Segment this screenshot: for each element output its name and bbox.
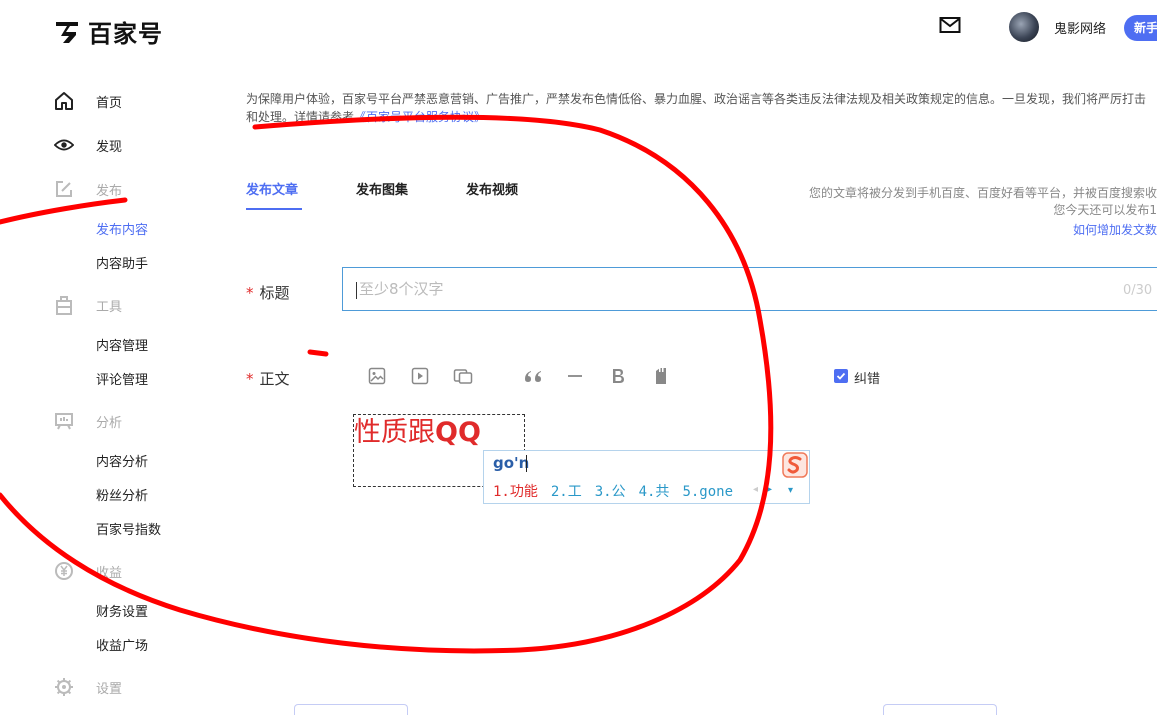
title-label-text: 标题	[259, 284, 290, 302]
required-mark: *	[246, 284, 254, 302]
divider-line-icon[interactable]	[565, 366, 585, 386]
insert-gallery-icon[interactable]	[453, 366, 473, 386]
sidebar-category-label: 工具	[96, 299, 123, 315]
sidebar-category-label: 分析	[96, 415, 123, 431]
title-input-box[interactable]	[342, 267, 1157, 311]
sidebar-item-finance-settings[interactable]: 财务设置	[96, 601, 148, 620]
mail-icon[interactable]	[939, 16, 961, 34]
sidebar-item-home[interactable]: 首页	[54, 91, 122, 111]
title-label: * 标题	[246, 282, 290, 303]
bottom-action-button-left[interactable]	[294, 704, 408, 715]
title-input[interactable]	[357, 268, 1061, 310]
logo[interactable]: 百家号	[54, 14, 163, 49]
sidebar-category-publish: 发布	[54, 179, 122, 199]
increase-quota-link[interactable]: 如何增加发文数	[1073, 221, 1157, 238]
logo-text: 百家号	[88, 20, 163, 48]
ime-expand-icon[interactable]: ▾	[788, 485, 793, 496]
sidebar-item-content-analysis[interactable]: 内容分析	[96, 451, 148, 470]
ime-candidates: 1.功能 2.工 3.公 4.共 5.gone	[493, 481, 746, 501]
distribution-info: 您的文章将被分发到手机百度、百度好看等平台，并被百度搜索收	[808, 186, 1157, 200]
sidebar-item-label: 发现	[96, 139, 123, 155]
sidebar-category-settings: 设置	[54, 677, 122, 697]
avatar[interactable]	[1009, 12, 1039, 42]
ime-next-page-icon[interactable]: ▸	[767, 484, 772, 495]
sidebar-category-tools: 工具	[54, 295, 122, 315]
ime-candidate[interactable]: 2.工	[551, 484, 582, 500]
sidebar-category-label: 设置	[96, 681, 123, 697]
sidebar-category-label: 发布	[96, 183, 123, 199]
editor-text-main: 性质跟	[354, 417, 435, 448]
ime-candidate[interactable]: 3.公	[595, 484, 626, 500]
sidebar-category-income: 收益	[54, 561, 122, 581]
ime-candidate[interactable]: 4.共	[639, 484, 670, 500]
insert-video-icon[interactable]	[410, 366, 430, 386]
ime-candidate[interactable]: 1.功能	[493, 484, 538, 500]
editor-content[interactable]: 性质跟QQ	[354, 415, 481, 451]
body-label-text: 正文	[259, 370, 290, 388]
bottom-action-button-right[interactable]	[883, 704, 997, 715]
sidebar-item-publish-content[interactable]: 发布内容	[96, 219, 148, 238]
sidebar-item-label: 首页	[96, 95, 123, 111]
required-mark: *	[246, 370, 254, 388]
ime-composition: go'n	[493, 454, 530, 472]
sidebar-item-bjh-index[interactable]: 百家号指数	[96, 519, 161, 538]
tab-publish-gallery[interactable]: 发布图集	[356, 179, 408, 198]
daily-quota-info: 您今天还可以发布1	[1053, 203, 1157, 217]
service-agreement-link[interactable]: 《百家号平台服务协议》	[354, 110, 486, 124]
bold-icon[interactable]	[608, 366, 628, 386]
edit-icon	[54, 179, 74, 199]
sidebar-item-content-management[interactable]: 内容管理	[96, 335, 148, 354]
bag-icon	[54, 295, 74, 315]
ime-cursor	[526, 455, 527, 472]
clear-format-icon[interactable]	[651, 366, 671, 386]
sogou-ime-logo-icon	[782, 452, 808, 478]
sidebar-item-comment-management[interactable]: 评论管理	[96, 369, 148, 388]
yuan-coin-icon	[54, 561, 74, 581]
username[interactable]: 鬼影网络	[1054, 18, 1106, 37]
baijiahao-logo-icon	[56, 21, 78, 43]
ime-candidate[interactable]: 5.gone	[682, 484, 733, 500]
body-label: * 正文	[246, 368, 290, 389]
tab-publish-video[interactable]: 发布视频	[466, 179, 518, 198]
notice-text: 为保障用户体验，百家号平台严禁恶意营销、广告推广，严禁发布色情低俗、暴力血腥、政…	[246, 90, 1146, 126]
correction-checkbox[interactable]	[834, 369, 848, 383]
sidebar-category-label: 收益	[96, 565, 123, 581]
new-user-button[interactable]: 新手	[1124, 15, 1157, 41]
sidebar-category-analysis: 分析	[54, 411, 122, 431]
correction-label: 纠错	[854, 372, 881, 387]
active-tab-indicator	[246, 208, 302, 210]
title-char-counter: 0/30	[1123, 283, 1153, 298]
editor-text-qq: QQ	[435, 417, 481, 448]
text-caret	[356, 282, 357, 299]
eye-icon	[54, 135, 74, 155]
gear-icon	[54, 677, 74, 697]
tab-publish-article[interactable]: 发布文章	[246, 179, 298, 198]
ime-prev-page-icon[interactable]: ◂	[753, 484, 758, 495]
home-icon	[54, 91, 74, 111]
quote-icon[interactable]	[523, 366, 543, 386]
sidebar-item-income-plaza[interactable]: 收益广场	[96, 635, 148, 654]
sidebar-item-fan-analysis[interactable]: 粉丝分析	[96, 485, 148, 504]
chart-icon	[54, 411, 74, 431]
insert-image-icon[interactable]	[367, 366, 387, 386]
sidebar-item-discover[interactable]: 发现	[54, 135, 122, 155]
sidebar-item-content-assistant[interactable]: 内容助手	[96, 253, 148, 272]
